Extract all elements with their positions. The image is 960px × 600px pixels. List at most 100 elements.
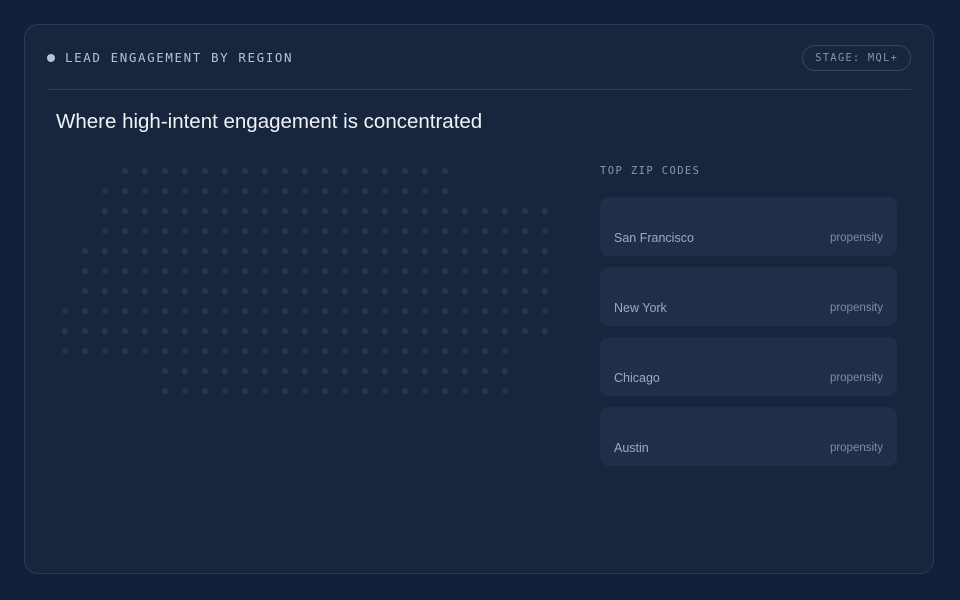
map-dot	[382, 188, 388, 194]
map-dot	[262, 248, 268, 254]
map-dot	[302, 368, 308, 374]
map-dot	[402, 228, 408, 234]
map-dot	[102, 248, 108, 254]
map-dot	[482, 308, 488, 314]
map-dot	[102, 348, 108, 354]
map-dot	[402, 248, 408, 254]
map-dot	[162, 288, 168, 294]
map-dot	[462, 308, 468, 314]
map-dot	[502, 268, 508, 274]
zip-city-label: Chicago	[614, 371, 660, 385]
map-dot	[202, 188, 208, 194]
map-dot	[462, 328, 468, 334]
map-dot	[482, 328, 488, 334]
map-dot	[442, 328, 448, 334]
map-dot	[142, 168, 148, 174]
map-dot	[542, 328, 548, 334]
map-dot	[282, 348, 288, 354]
status-dot-icon	[47, 54, 55, 62]
map-dot	[222, 308, 228, 314]
zip-card-chicago[interactable]: Chicago propensity	[600, 337, 897, 396]
map-dot	[502, 208, 508, 214]
map-dot	[202, 268, 208, 274]
map-dot	[102, 268, 108, 274]
map-dot	[422, 168, 428, 174]
map-dot	[262, 308, 268, 314]
map-dot	[142, 208, 148, 214]
map-dot	[242, 168, 248, 174]
map-dot	[322, 328, 328, 334]
map-dot	[182, 248, 188, 254]
zip-card-san-francisco[interactable]: San Francisco propensity	[600, 197, 897, 256]
map-dot	[502, 388, 508, 394]
map-dot	[202, 288, 208, 294]
map-dot	[102, 228, 108, 234]
map-dot	[202, 168, 208, 174]
map-dot	[462, 208, 468, 214]
map-dot	[322, 168, 328, 174]
map-dot	[82, 268, 88, 274]
map-dot	[222, 208, 228, 214]
map-dot	[502, 308, 508, 314]
map-dot	[482, 208, 488, 214]
map-dot	[302, 328, 308, 334]
map-dot	[142, 308, 148, 314]
map-dot	[482, 348, 488, 354]
map-dot	[62, 328, 68, 334]
map-dot	[122, 348, 128, 354]
map-dot	[302, 248, 308, 254]
map-dot	[102, 328, 108, 334]
map-dot	[342, 248, 348, 254]
map-dot	[522, 308, 528, 314]
map-dot	[322, 248, 328, 254]
map-dot	[342, 168, 348, 174]
map-dot	[162, 328, 168, 334]
map-dot	[122, 228, 128, 234]
map-dot	[202, 328, 208, 334]
map-dot	[502, 228, 508, 234]
map-dot	[202, 248, 208, 254]
map-dot	[442, 368, 448, 374]
map-dot	[422, 268, 428, 274]
map-dot	[222, 368, 228, 374]
page-title: Where high-intent engagement is concentr…	[56, 110, 483, 133]
map-dot	[282, 288, 288, 294]
map-dot	[302, 188, 308, 194]
stage-badge[interactable]: STAGE: MQL+	[802, 45, 911, 71]
map-dot	[402, 328, 408, 334]
map-dot	[342, 368, 348, 374]
map-dot	[442, 308, 448, 314]
map-dot	[122, 248, 128, 254]
map-dot	[482, 268, 488, 274]
map-dot	[102, 188, 108, 194]
map-dot	[522, 288, 528, 294]
map-dot	[402, 168, 408, 174]
map-dot	[422, 208, 428, 214]
map-dot	[362, 208, 368, 214]
map-dot	[442, 208, 448, 214]
map-dot	[282, 168, 288, 174]
map-dot	[282, 308, 288, 314]
map-dot	[462, 348, 468, 354]
map-dot	[302, 228, 308, 234]
map-dot	[242, 328, 248, 334]
map-dot	[222, 388, 228, 394]
zip-metric-label: propensity	[829, 442, 883, 454]
map-dot	[82, 348, 88, 354]
zip-metric-label: propensity	[829, 302, 883, 314]
map-dot	[422, 188, 428, 194]
zip-card-austin[interactable]: Austin propensity	[600, 407, 897, 466]
map-dot	[442, 388, 448, 394]
map-dot	[482, 388, 488, 394]
zip-card-new-york[interactable]: New York propensity	[600, 267, 897, 326]
zip-city-label: Austin	[614, 441, 649, 455]
map-dot	[162, 168, 168, 174]
map-dot	[182, 328, 188, 334]
map-dot	[382, 228, 388, 234]
map-dot	[162, 248, 168, 254]
map-dot	[182, 228, 188, 234]
map-dot	[162, 208, 168, 214]
map-dot	[542, 268, 548, 274]
map-dot	[322, 308, 328, 314]
map-dot	[162, 348, 168, 354]
